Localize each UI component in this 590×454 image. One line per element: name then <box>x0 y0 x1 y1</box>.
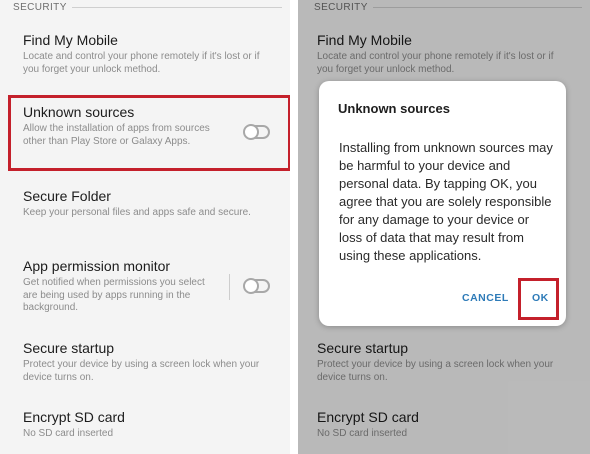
setting-title: Find My Mobile <box>23 32 118 48</box>
setting-title: App permission monitor <box>23 258 171 274</box>
highlight-box-unknown-sources <box>8 95 290 171</box>
setting-secure-startup[interactable]: Secure startup Protect your device by us… <box>23 340 272 384</box>
section-header: SECURITY <box>13 2 282 13</box>
setting-description: Protect your device by using a screen lo… <box>23 359 260 383</box>
section-header-label: SECURITY <box>13 2 67 13</box>
toggle-divider <box>229 274 230 300</box>
setting-encrypt-sd-card[interactable]: Encrypt SD card No SD card inserted <box>23 409 272 441</box>
settings-screen-right: SECURITY Find My Mobile Locate and contr… <box>298 0 590 454</box>
dialog-message: Installing from unknown sources may be h… <box>339 140 553 263</box>
panel-divider <box>290 0 298 454</box>
dialog-title: Unknown sources <box>338 101 450 116</box>
setting-description: Keep your personal files and apps safe a… <box>23 207 251 218</box>
setting-title: Secure startup <box>23 340 115 356</box>
app-permission-monitor-toggle[interactable] <box>243 278 270 294</box>
setting-description: Locate and control your phone remotely i… <box>23 51 260 75</box>
setting-find-my-mobile[interactable]: Find My Mobile Locate and control your p… <box>23 32 272 76</box>
cancel-button[interactable]: CANCEL <box>462 292 509 304</box>
highlight-box-ok <box>518 278 559 320</box>
setting-description: No SD card inserted <box>23 428 114 439</box>
setting-app-permission-monitor[interactable]: App permission monitor Get notified when… <box>23 258 272 315</box>
setting-secure-folder[interactable]: Secure Folder Keep your personal files a… <box>23 188 272 220</box>
toggle-knob <box>243 278 259 294</box>
setting-description: Get notified when permissions you select… <box>23 277 205 313</box>
section-header-rule <box>71 7 282 8</box>
setting-title: Encrypt SD card <box>23 409 125 425</box>
unknown-sources-dialog: Unknown sources Installing from unknown … <box>319 81 566 326</box>
setting-title: Secure Folder <box>23 188 111 204</box>
settings-screen-left: SECURITY Find My Mobile Locate and contr… <box>0 0 290 454</box>
